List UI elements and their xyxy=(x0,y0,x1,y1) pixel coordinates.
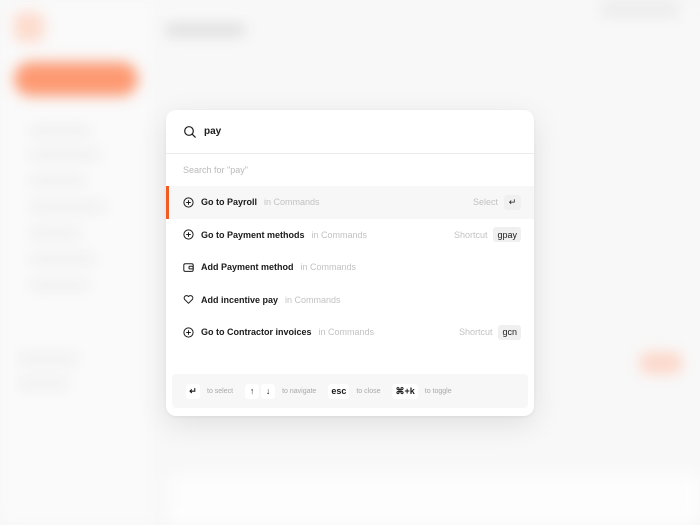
shortcut-key: gcn xyxy=(498,324,521,340)
result-context: in Commands xyxy=(300,262,357,273)
search-bar xyxy=(166,110,534,154)
background-bottom-panel xyxy=(170,475,700,525)
footer-hint-label: to navigate xyxy=(282,387,317,395)
background-nav-line xyxy=(30,204,105,210)
result-add-incentive-pay[interactable]: Add incentive pay in Commands xyxy=(166,284,534,317)
result-shortcut: Shortcut gpay xyxy=(453,227,521,243)
footer-hint-select: ↵ to select xyxy=(186,383,234,399)
result-go-to-payroll[interactable]: Go to Payroll in Commands Select ↵ xyxy=(166,186,534,219)
command-palette: Search for "pay" Go to Payroll in Comman… xyxy=(166,110,534,416)
result-hint: Shortcut xyxy=(458,327,493,338)
arrow-down-key: ↓ xyxy=(261,383,276,399)
background-title xyxy=(165,24,245,36)
search-icon xyxy=(183,125,197,139)
search-input[interactable] xyxy=(204,126,504,137)
footer-hint-close: esc to close xyxy=(328,383,381,399)
shortcut-key: gpay xyxy=(493,227,521,243)
result-context: in Commands xyxy=(318,327,375,338)
result-shortcut: Select ↵ xyxy=(472,194,521,210)
footer-hint-label: to toggle xyxy=(424,387,452,395)
enter-key: ↵ xyxy=(186,383,200,399)
background-nav-line xyxy=(30,230,80,236)
result-label: Add incentive pay xyxy=(201,294,279,305)
background-primary-button xyxy=(14,62,138,96)
footer-hint-label: to close xyxy=(356,387,381,395)
result-label: Go to Contractor invoices xyxy=(201,327,312,338)
result-context: in Commands xyxy=(264,197,320,208)
cmd-k-key: ⌘+k xyxy=(392,383,418,399)
result-shortcut: Shortcut gcn xyxy=(458,324,521,340)
footer-hint-navigate: ↑ ↓ to navigate xyxy=(245,383,317,399)
result-label: Go to Payroll xyxy=(201,197,258,208)
background-nav-line xyxy=(18,380,68,386)
footer-hint-toggle: ⌘+k to toggle xyxy=(392,383,452,399)
search-hint: Search for "pay" xyxy=(183,165,248,175)
result-label: Go to Payment methods xyxy=(201,229,305,240)
result-go-to-contractor-invoices[interactable]: Go to Contractor invoices in Commands Sh… xyxy=(166,316,534,349)
footer-hint-label: to select xyxy=(207,387,234,395)
result-add-payment-method[interactable]: Add Payment method in Commands xyxy=(166,251,534,284)
background-nav-line xyxy=(30,178,85,184)
result-hint: Shortcut xyxy=(453,229,488,240)
plus-circle-icon xyxy=(183,197,194,208)
plus-circle-icon xyxy=(183,229,194,240)
result-hint: Select xyxy=(472,197,498,208)
background-sidebar xyxy=(0,0,150,525)
background-nav-line xyxy=(30,256,95,262)
esc-key: esc xyxy=(328,383,350,399)
enter-key: ↵ xyxy=(504,194,521,210)
background-badge xyxy=(640,352,682,374)
background-logo xyxy=(14,12,44,42)
result-context: in Commands xyxy=(285,294,341,305)
results-list: Go to Payroll in Commands Select ↵ Go to… xyxy=(166,186,534,349)
background-nav-line xyxy=(30,282,88,288)
result-label: Add Payment method xyxy=(201,262,294,273)
arrow-up-key: ↑ xyxy=(245,383,260,399)
background-nav-line xyxy=(30,128,90,134)
result-go-to-payment-methods[interactable]: Go to Payment methods in Commands Shortc… xyxy=(166,219,534,252)
heart-icon xyxy=(183,294,194,305)
keyboard-hints-footer: ↵ to select ↑ ↓ to navigate esc to close… xyxy=(172,374,528,408)
plus-circle-icon xyxy=(183,327,194,338)
background-chip xyxy=(600,0,680,18)
result-context: in Commands xyxy=(311,229,368,240)
background-nav-line xyxy=(30,152,100,158)
background-nav-line xyxy=(18,356,78,362)
wallet-icon xyxy=(183,262,194,273)
